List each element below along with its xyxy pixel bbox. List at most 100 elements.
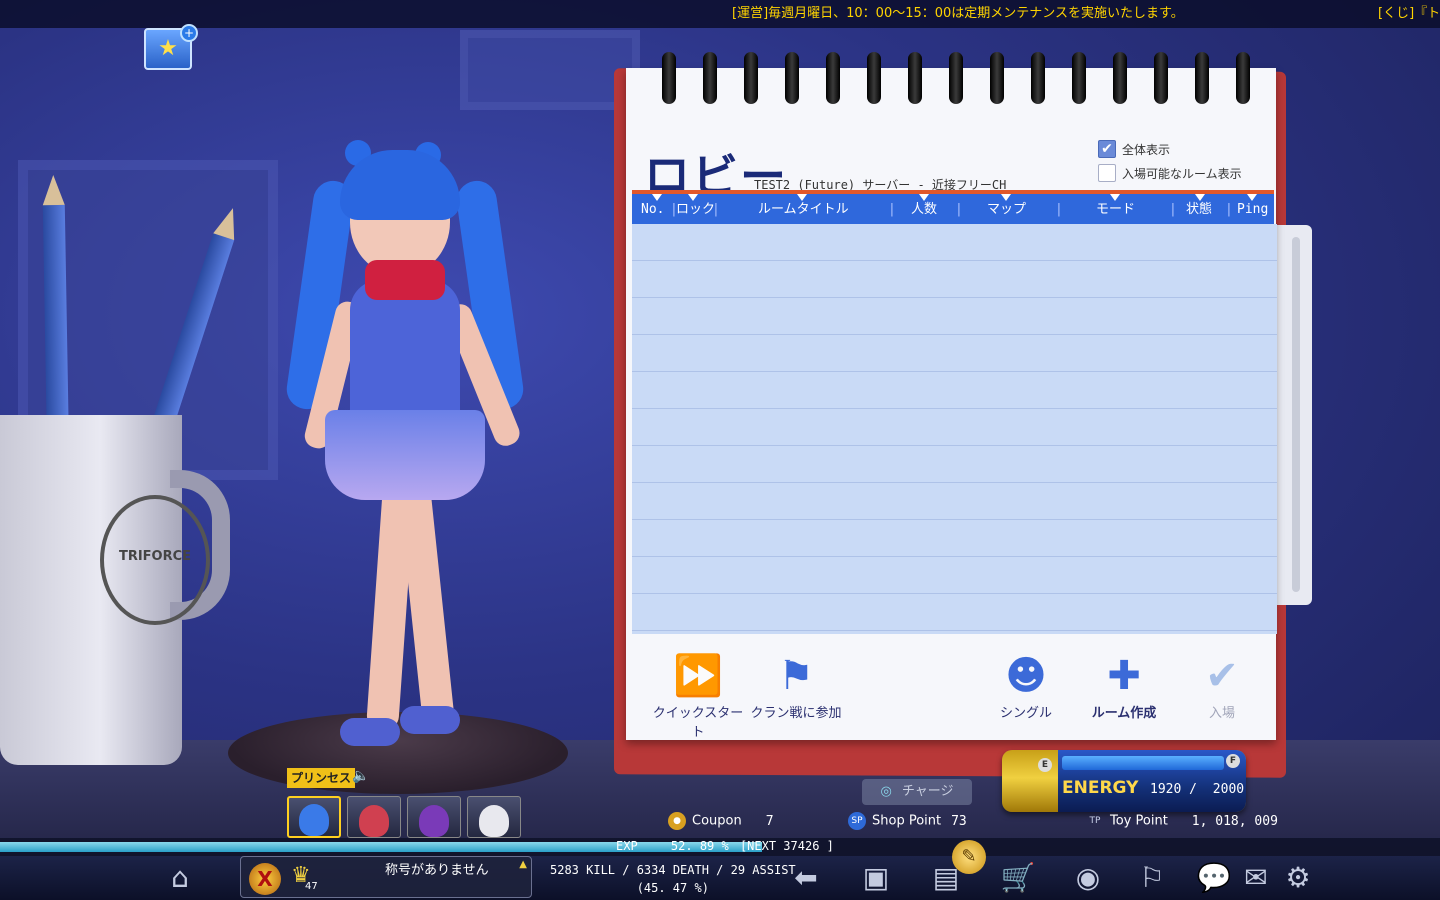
character-slot-white[interactable]	[467, 796, 521, 838]
notebook-ring	[826, 52, 840, 104]
character-slots	[287, 796, 521, 838]
notebook-ring	[662, 52, 676, 104]
coupon-value: 7	[765, 813, 774, 829]
notebook-ring	[949, 52, 963, 104]
caret-up-icon[interactable]: ▲	[519, 859, 527, 870]
room-list-header: No. | ロック | ルームタイトル | 人数 | マップ | モード | 状…	[632, 194, 1274, 224]
charge-icon: ◎	[880, 784, 892, 799]
lobby-actions: ⏩ クイックスタート ⚑ クラン戦に参加 ☻ シングル ✚ ルーム作成 ✔ 入場	[640, 650, 1260, 740]
shop-point-icon: SP	[848, 812, 866, 830]
clan-flag-toolbar-icon[interactable]: ⚐	[1132, 858, 1172, 898]
column-room-title[interactable]: ルームタイトル	[758, 194, 849, 226]
notebook-ring	[1154, 52, 1168, 104]
wrench-icon[interactable]: ✎	[952, 840, 986, 874]
character-slot-ninja[interactable]	[347, 796, 401, 838]
create-room-label: ルーム作成	[1091, 706, 1157, 721]
energy-value: 1920 / 2000	[1150, 782, 1245, 797]
favorite-button[interactable]: ★ +	[144, 24, 198, 70]
notebook-ring	[1072, 52, 1086, 104]
notebook-ring	[1236, 52, 1250, 104]
kda-line: 5283 KILL / 6334 DEATH / 29 ASSIST	[550, 863, 796, 877]
shop-point-display: SP Shop Point 73	[848, 812, 967, 830]
charge-label: チャージ	[901, 784, 954, 799]
character-slot-princess[interactable]	[287, 796, 341, 838]
clan-battle-button[interactable]: ⚑ クラン戦に参加	[746, 650, 846, 721]
energy-label: ENERGY	[1062, 778, 1139, 798]
exp-label: EXP	[616, 839, 638, 853]
quick-start-label: クイックスタート	[652, 706, 744, 740]
notebook-ring	[908, 52, 922, 104]
title-panel[interactable]: X ♛ 47 称号がありません ▲	[240, 856, 532, 898]
notebook-ring	[1031, 52, 1045, 104]
ninja-icon: ☻	[1005, 653, 1047, 699]
exp-percent: 52. 89 %	[670, 839, 729, 853]
column-ping[interactable]: Ping	[1237, 194, 1268, 226]
ticker-message: [運営]毎週月曜日、10：00〜15：00は定期メンテナンスを実施いたします。	[732, 6, 1184, 21]
cart-icon[interactable]: 🛒	[998, 858, 1038, 898]
chat-bubble-icon[interactable]: 💬	[1194, 858, 1234, 898]
coupon-label: Coupon	[692, 813, 742, 829]
notebook-ring	[703, 52, 717, 104]
energy-bar	[1062, 756, 1224, 770]
exp-next: [NEXT 37426 ]	[739, 839, 834, 853]
column-lock[interactable]: ロック	[676, 194, 715, 226]
shop-point-label: Shop Point	[872, 813, 942, 829]
single-button[interactable]: ☻ シングル	[976, 650, 1076, 721]
column-map[interactable]: マップ	[987, 194, 1026, 226]
rank-level: 47	[305, 881, 318, 892]
locker-icon[interactable]: ▣	[856, 858, 896, 898]
home-icon[interactable]: ⌂	[160, 858, 200, 898]
voice-speaker-icon[interactable]: 🔈	[352, 768, 369, 784]
kda-ratio: (45. 47 %)	[636, 881, 709, 895]
coupon-display: ● Coupon 7	[668, 812, 774, 830]
notebook-ring	[785, 52, 799, 104]
notebook-ring	[990, 52, 1004, 104]
toy-point-icon: TP	[1089, 816, 1101, 826]
single-label: シングル	[999, 706, 1052, 721]
toy-point-label: Toy Point	[1110, 813, 1168, 829]
column-mode[interactable]: モード	[1096, 194, 1135, 226]
create-room-button[interactable]: ✚ ルーム作成	[1074, 650, 1174, 721]
character-model[interactable]	[284, 140, 560, 750]
notebook-ring	[744, 52, 758, 104]
energy-battery: E F ENERGY 1920 / 2000	[1002, 750, 1246, 812]
notebook-ring	[1113, 52, 1127, 104]
coupon-icon: ●	[668, 812, 686, 830]
show-all-label: 全体表示	[1122, 142, 1171, 157]
column-players[interactable]: 人数	[911, 194, 937, 226]
show-all-toggle[interactable]: ✔ 全体表示	[1098, 140, 1170, 158]
show-all-checkbox[interactable]: ✔	[1098, 140, 1116, 158]
mail-icon[interactable]: ✉	[1236, 858, 1276, 898]
plus-icon: ✚	[1107, 653, 1141, 699]
wall-picture-frame-top	[460, 30, 640, 110]
toy-point-display: TP Toy Point 1, 018, 009	[1086, 812, 1278, 830]
announcement-ticker: [運営]毎週月曜日、10：00〜15：00は定期メンテナンスを実施いたします。 …	[0, 0, 1440, 28]
character-name-badge: プリンセス	[287, 768, 356, 788]
enter-room-label: 入場	[1208, 706, 1235, 721]
room-list[interactable]	[632, 224, 1277, 634]
gear-icon[interactable]: ⚙	[1278, 858, 1318, 898]
show-joinable-label: 入場可能なルーム表示	[1122, 166, 1242, 181]
plus-icon: +	[180, 24, 198, 42]
quick-start-button[interactable]: ⏩ クイックスタート	[648, 650, 748, 740]
clan-battle-label: クラン戦に参加	[750, 706, 842, 721]
star-icon: ★	[158, 36, 178, 61]
notebook-ring	[867, 52, 881, 104]
shop-point-value: 73	[951, 813, 967, 829]
back-arrow-icon[interactable]: ⬅	[786, 858, 826, 898]
mug-logo: TRIFORCE	[100, 495, 210, 625]
check-icon: ✔	[1205, 653, 1239, 699]
enter-room-button[interactable]: ✔ 入場	[1172, 650, 1272, 721]
gacha-capsule-icon[interactable]: ◉	[1068, 858, 1108, 898]
character-slot-purple[interactable]	[407, 796, 461, 838]
charge-button[interactable]: ◎ チャージ	[862, 779, 972, 805]
notebook-ring	[1195, 52, 1209, 104]
show-joinable-checkbox[interactable]	[1098, 164, 1116, 182]
column-no[interactable]: No.	[641, 194, 664, 226]
player-title: 称号がありません	[385, 863, 489, 878]
column-status[interactable]: 状態	[1186, 194, 1212, 226]
class-badge-icon: X	[249, 863, 281, 895]
ticker-message-next: [くじ]『ト	[1378, 6, 1440, 21]
show-joinable-toggle[interactable]: 入場可能なルーム表示	[1098, 164, 1242, 182]
toy-point-value: 1, 018, 009	[1191, 813, 1278, 829]
